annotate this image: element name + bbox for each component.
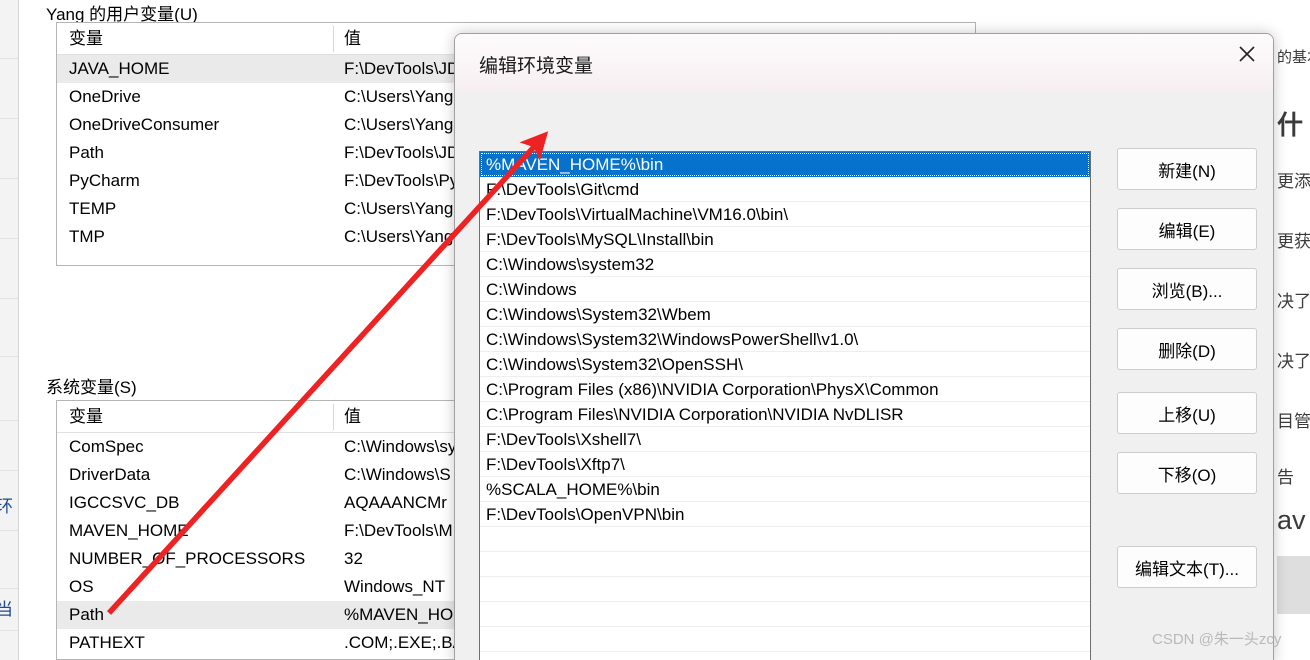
right-edge-fragment: 的基本 <box>1277 49 1310 66</box>
dialog-title: 编辑环境变量 <box>479 56 594 77</box>
right-edge-fragment: 更添 <box>1277 172 1310 191</box>
move-down-button[interactable]: 下移(O) <box>1117 452 1257 494</box>
path-entry[interactable]: C:\Windows\system32 <box>480 252 1090 277</box>
path-entry[interactable]: F:\DevTools\OpenVPN\bin <box>480 502 1090 527</box>
path-entry[interactable]: %SCALA_HOME%\bin <box>480 477 1090 502</box>
system-variable-name: NUMBER_OF_PROCESSORS <box>69 549 306 568</box>
path-entry[interactable] <box>480 627 1090 652</box>
path-entry[interactable] <box>480 577 1090 602</box>
dialog-body: %MAVEN_HOME%\bin F:\DevTools\Git\cmd F:\De… <box>455 92 1273 660</box>
left-edge-fragment: 环 <box>0 492 13 517</box>
path-entry[interactable]: C:\Windows\System32\WindowsPowerShell\v1… <box>480 327 1090 352</box>
path-entry[interactable]: F:\DevTools\Git\cmd <box>480 177 1090 202</box>
right-edge-fragment: 决了 <box>1277 292 1310 311</box>
path-entry[interactable]: C:\Windows\System32\OpenSSH\ <box>480 352 1090 377</box>
path-entry[interactable] <box>480 602 1090 627</box>
system-variable-name: PATHEXT <box>69 633 145 652</box>
user-variable-name: TMP <box>69 227 105 246</box>
right-edge-fragment: av <box>1277 505 1306 535</box>
user-variable-name: OneDrive <box>69 87 141 106</box>
user-variable-name: Path <box>69 143 104 162</box>
column-header-value: 值 <box>344 406 361 426</box>
column-header-variable: 变量 <box>57 403 334 430</box>
screen: Yang 的用户变量(U) 变量 值 JAVA_HOME F:\DevTools\… <box>0 0 1310 660</box>
user-variable-name: OneDriveConsumer <box>69 115 220 134</box>
path-entry[interactable]: C:\Windows <box>480 277 1090 302</box>
path-entry[interactable]: C:\Windows\System32\Wbem <box>480 302 1090 327</box>
path-entry[interactable]: C:\Program Files (x86)\NVIDIA Corporatio… <box>480 377 1090 402</box>
system-variable-name: ComSpec <box>69 437 144 456</box>
system-variable-name: DriverData <box>69 465 151 484</box>
system-variables-label: 系统变量(S) <box>46 373 137 398</box>
move-up-button[interactable]: 上移(U) <box>1117 392 1257 434</box>
close-icon[interactable] <box>1221 34 1273 74</box>
system-variable-name: IGCCSVC_DB <box>69 493 180 512</box>
right-edge-fragment: 告 <box>1277 468 1294 487</box>
new-button[interactable]: 新建(N) <box>1117 148 1257 190</box>
edit-text-button[interactable]: 编辑文本(T)... <box>1117 546 1257 588</box>
system-variable-name: MAVEN_HOME <box>69 521 189 540</box>
path-entry[interactable]: C:\Program Files\NVIDIA Corporation\NVID… <box>480 402 1090 427</box>
dialog-button-column: 新建(N) 编辑(E) 浏览(B)... 删除(D) 上移(U) 下移(O) 编辑文本(T)… <box>1117 148 1257 606</box>
left-edge-fragment: 当 <box>0 595 13 620</box>
system-variables-label-text: 系统变量(S) <box>46 378 137 397</box>
right-edge-fragment: 决了 <box>1277 352 1310 371</box>
path-entries-list[interactable]: %MAVEN_HOME%\bin F:\DevTools\Git\cmd F:\De… <box>479 151 1091 660</box>
right-edge-fragment: 目管 <box>1277 412 1310 431</box>
path-entry-selected[interactable]: %MAVEN_HOME%\bin <box>480 152 1090 177</box>
background-window-right-edge: 的基本 什 更添 更获 决了 决了 目管 告 av <box>1277 0 1310 660</box>
user-variable-name: TEMP <box>69 199 117 218</box>
path-entry[interactable] <box>480 552 1090 577</box>
path-entry[interactable]: F:\DevTools\Xshell7\ <box>480 427 1090 452</box>
background-window-left-edge: 环 当 <box>0 0 19 660</box>
path-entry[interactable]: F:\DevTools\Xftp7\ <box>480 452 1090 477</box>
watermark: CSDN @朱一头zcy <box>1152 631 1282 648</box>
edit-environment-variable-dialog: 编辑环境变量 %MAVEN_HOME%\bin F:\DevTools\Git\c… <box>454 33 1274 660</box>
user-variable-name: PyCharm <box>69 171 140 190</box>
right-edge-fragment: 什 <box>1277 110 1304 140</box>
column-header-variable: 变量 <box>57 25 334 52</box>
edit-button[interactable]: 编辑(E) <box>1117 208 1257 250</box>
system-variable-name: Path <box>69 605 104 624</box>
path-entry[interactable] <box>480 527 1090 552</box>
browse-button[interactable]: 浏览(B)... <box>1117 268 1257 310</box>
path-entry[interactable]: F:\DevTools\MySQL\Install\bin <box>480 227 1090 252</box>
dialog-title-bar: 编辑环境变量 <box>455 34 1273 92</box>
right-edge-fragment: 更获 <box>1277 232 1310 251</box>
system-variable-name: OS <box>69 577 94 596</box>
column-header-value: 值 <box>344 28 361 48</box>
path-entry[interactable]: F:\DevTools\VirtualMachine\VM16.0\bin\ <box>480 202 1090 227</box>
user-variable-name: JAVA_HOME <box>69 59 170 78</box>
scrollbar-thumb[interactable] <box>1277 556 1310 614</box>
delete-button[interactable]: 删除(D) <box>1117 328 1257 370</box>
path-entry[interactable] <box>480 652 1090 660</box>
